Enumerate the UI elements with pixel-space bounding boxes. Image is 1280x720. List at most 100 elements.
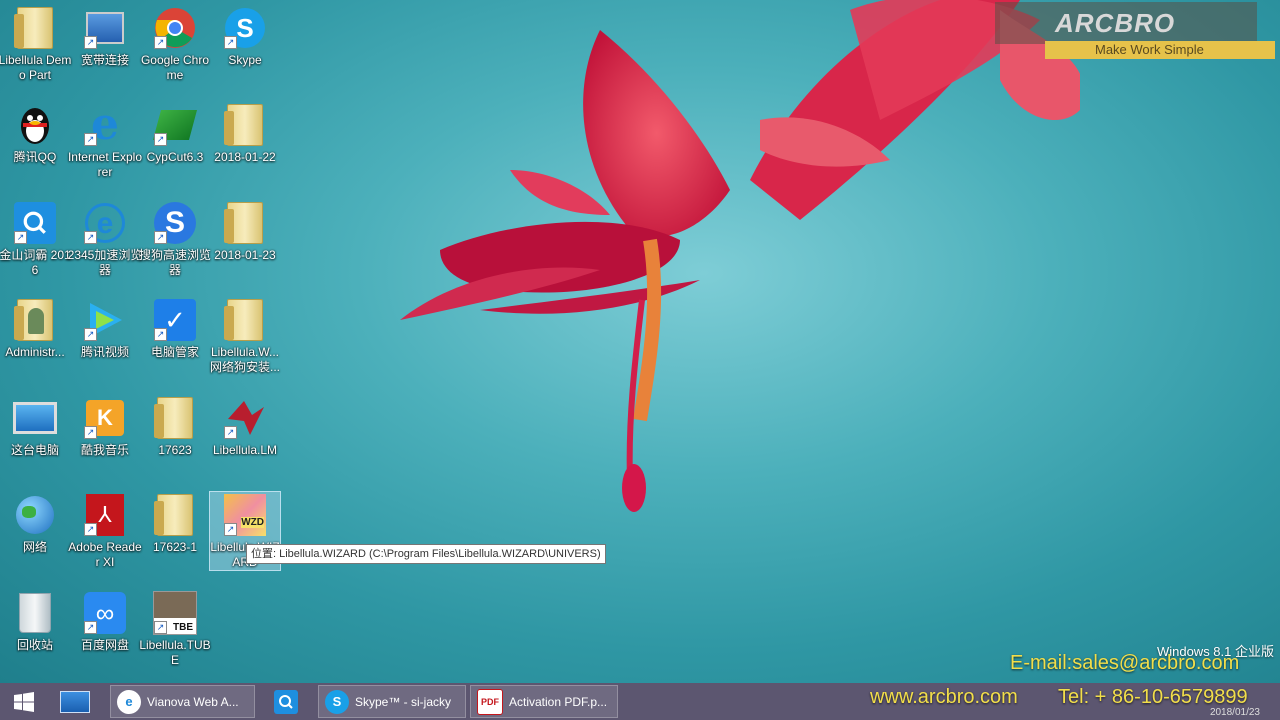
desktop-icon-label: 2018-01-23 bbox=[214, 248, 276, 262]
desktop-icon-folder[interactable]: 2018-01-23 bbox=[210, 200, 280, 263]
tencent-video-icon: ↗ bbox=[82, 297, 128, 343]
folder-icon bbox=[152, 492, 198, 538]
shortcut-arrow-icon: ↗ bbox=[84, 426, 97, 439]
desktop-icon-chrome[interactable]: ↗ Google Chrome bbox=[140, 5, 210, 83]
desktop-icon-label: 搜狗高速浏览器 bbox=[138, 248, 211, 277]
desktop-icon bbox=[60, 690, 90, 713]
desktop-icon-folder[interactable]: Libellula Demo Part bbox=[0, 5, 72, 83]
shortcut-arrow-icon: ↗ bbox=[84, 231, 97, 244]
arcbro-watermark: ARCBRO Make Work Simple bbox=[995, 2, 1275, 59]
this-pc-icon bbox=[12, 395, 58, 441]
desktop-icon-adobe-reader[interactable]: ⅄ ↗ Adobe Reader XI bbox=[68, 492, 142, 570]
qq-penguin-icon bbox=[12, 102, 58, 148]
kingsoft-dictionary-icon bbox=[274, 689, 298, 714]
desktop-icon-tencent-video[interactable]: ↗ 腾讯视频 bbox=[70, 297, 140, 360]
desktop-icon-libellula-tube[interactable]: TBE ↗ Libellula.TUBE bbox=[139, 590, 211, 668]
shortcut-arrow-icon: ↗ bbox=[84, 328, 97, 341]
desktop-icon-libellula-lm[interactable]: ↗ Libellula.LM bbox=[210, 395, 280, 458]
shortcut-arrow-icon: ↗ bbox=[224, 523, 237, 536]
desktop-icon-folder[interactable]: 17623 bbox=[140, 395, 210, 458]
desktop-icon-this-pc[interactable]: 这台电脑 bbox=[0, 395, 70, 458]
browser-2345-icon: e ↗ bbox=[82, 200, 128, 246]
network-connection-icon: ↗ bbox=[82, 5, 128, 51]
desktop-icon-network-globe[interactable]: 网络 bbox=[0, 492, 70, 555]
desktop-icon-folder[interactable]: 2018-01-22 bbox=[210, 102, 280, 165]
sogou-browser-icon: S ↗ bbox=[152, 200, 198, 246]
desktop-icon-label: 宽带连接 bbox=[80, 53, 129, 67]
shortcut-arrow-icon: ↗ bbox=[154, 36, 167, 49]
pc-manager-shield-icon: ✓ ↗ bbox=[152, 297, 198, 343]
kuwo-music-icon: K ↗ bbox=[82, 395, 128, 441]
desktop-icon-internet-explorer[interactable]: e ↗ Internet Explorer bbox=[67, 102, 143, 180]
desktop-icon-folder[interactable]: 17623-1 bbox=[140, 492, 210, 555]
desktop-icon-label: Internet Explorer bbox=[67, 150, 143, 179]
baidu-netdisk-icon: ∞ ↗ bbox=[82, 590, 128, 636]
desktop-icon-qq-penguin[interactable]: 腾讯QQ bbox=[0, 102, 70, 165]
desktop-background[interactable]: Libellula Demo Part ↗ 宽带连接 ↗ Google Chrome S ↗… bbox=[0, 0, 1280, 683]
desktop-icon-pc-manager-shield[interactable]: ✓ ↗ 电脑管家 bbox=[140, 297, 210, 360]
desktop-icon-label: Skype bbox=[228, 53, 262, 67]
folder-icon bbox=[222, 200, 268, 246]
user-folder-icon bbox=[12, 297, 58, 343]
desktop-icon-label: Libellula Demo Part bbox=[0, 53, 72, 82]
network-globe-icon bbox=[12, 492, 58, 538]
desktop-icon-label: Libellula.TUBE bbox=[139, 638, 211, 667]
shortcut-arrow-icon: ↗ bbox=[154, 133, 167, 146]
desktop-icon-label: 电脑管家 bbox=[150, 345, 199, 359]
tooltip: 位置: Libellula.WIZARD (C:\Program Files\L… bbox=[246, 544, 606, 564]
desktop-icon-label: 百度网盘 bbox=[80, 638, 129, 652]
desktop-icon-label: 17623 bbox=[158, 443, 192, 457]
show-desktop-button[interactable] bbox=[52, 685, 98, 718]
folder-icon bbox=[152, 395, 198, 441]
desktop-icon-label: Administr... bbox=[5, 345, 65, 359]
desktop-icon-label: 回收站 bbox=[16, 638, 53, 652]
desktop-icon-kingsoft-dictionary[interactable]: ↗ 金山词霸 2016 bbox=[0, 200, 71, 278]
taskbar-pdf[interactable]: PDF Activation PDF.p... bbox=[470, 685, 618, 718]
pdf-icon: PDF bbox=[477, 688, 503, 715]
desktop-icon-label: 2018-01-22 bbox=[214, 150, 276, 164]
brand-tagline: Make Work Simple bbox=[1045, 41, 1275, 59]
taskbar-label: Activation PDF.p... bbox=[509, 694, 608, 709]
taskbar-skype[interactable]: S Skype™ - si-jacky bbox=[318, 685, 466, 718]
desktop-icon-label: Libellula.W... 网络狗安装... bbox=[209, 345, 280, 374]
contact-tel: Tel: + 86-10-6579899 bbox=[1058, 686, 1248, 708]
desktop-icon-cypcut[interactable]: ↗ CypCut6.3 bbox=[140, 102, 210, 165]
desktop-icon-folder[interactable]: Libellula.W... 网络狗安装... bbox=[210, 297, 280, 375]
desktop-icon-sogou-browser[interactable]: S ↗ 搜狗高速浏览器 bbox=[138, 200, 211, 278]
contact-web: www.arcbro.com bbox=[870, 686, 1018, 708]
shortcut-arrow-icon: ↗ bbox=[224, 426, 237, 439]
ie-icon: e bbox=[117, 689, 141, 714]
desktop-icon-network-connection[interactable]: ↗ 宽带连接 bbox=[70, 5, 140, 68]
shortcut-arrow-icon: ↗ bbox=[154, 621, 167, 634]
desktop-icon-label: 金山词霸 2016 bbox=[0, 248, 71, 277]
shortcut-arrow-icon: ↗ bbox=[84, 133, 97, 146]
desktop-icon-baidu-netdisk[interactable]: ∞ ↗ 百度网盘 bbox=[70, 590, 140, 653]
shortcut-arrow-icon: ↗ bbox=[84, 523, 97, 536]
desktop-icon-recycle-bin[interactable]: 回收站 bbox=[0, 590, 70, 653]
recycle-bin-icon bbox=[12, 590, 58, 636]
desktop-icon-skype[interactable]: S ↗ Skype bbox=[210, 5, 280, 68]
desktop-icon-label: Libellula.LM bbox=[212, 443, 278, 457]
taskbar-kingsoft[interactable] bbox=[266, 685, 306, 718]
desktop-icon-label: 17623-1 bbox=[152, 540, 198, 554]
taskbar-label: Vianova Web A... bbox=[147, 694, 239, 709]
libellula-tube-icon: TBE ↗ bbox=[152, 590, 198, 636]
adobe-reader-icon: ⅄ ↗ bbox=[82, 492, 128, 538]
desktop-icon-label: Google Chrome bbox=[140, 53, 210, 82]
flower-wallpaper-graphic bbox=[400, 0, 1080, 512]
skype-icon: S ↗ bbox=[222, 5, 268, 51]
folder-icon bbox=[222, 102, 268, 148]
taskbar-label: Skype™ - si-jacky bbox=[355, 694, 452, 709]
libellula-wizard-icon: WZD ↗ bbox=[222, 492, 268, 538]
start-button[interactable] bbox=[4, 685, 44, 718]
shortcut-arrow-icon: ↗ bbox=[224, 36, 237, 49]
skype-icon: S bbox=[325, 689, 349, 714]
desktop-icon-browser-2345[interactable]: e ↗ 2345加速浏览器 bbox=[67, 200, 143, 278]
desktop-icon-user-folder[interactable]: Administr... bbox=[0, 297, 70, 360]
taskbar-vianova[interactable]: e Vianova Web A... bbox=[110, 685, 255, 718]
desktop-icon-label: 2345加速浏览器 bbox=[67, 248, 143, 277]
desktop-icon-kuwo-music[interactable]: K ↗ 酷我音乐 bbox=[70, 395, 140, 458]
folder-icon bbox=[12, 5, 58, 51]
windows-start-icon bbox=[14, 691, 34, 712]
internet-explorer-icon: e ↗ bbox=[82, 102, 128, 148]
